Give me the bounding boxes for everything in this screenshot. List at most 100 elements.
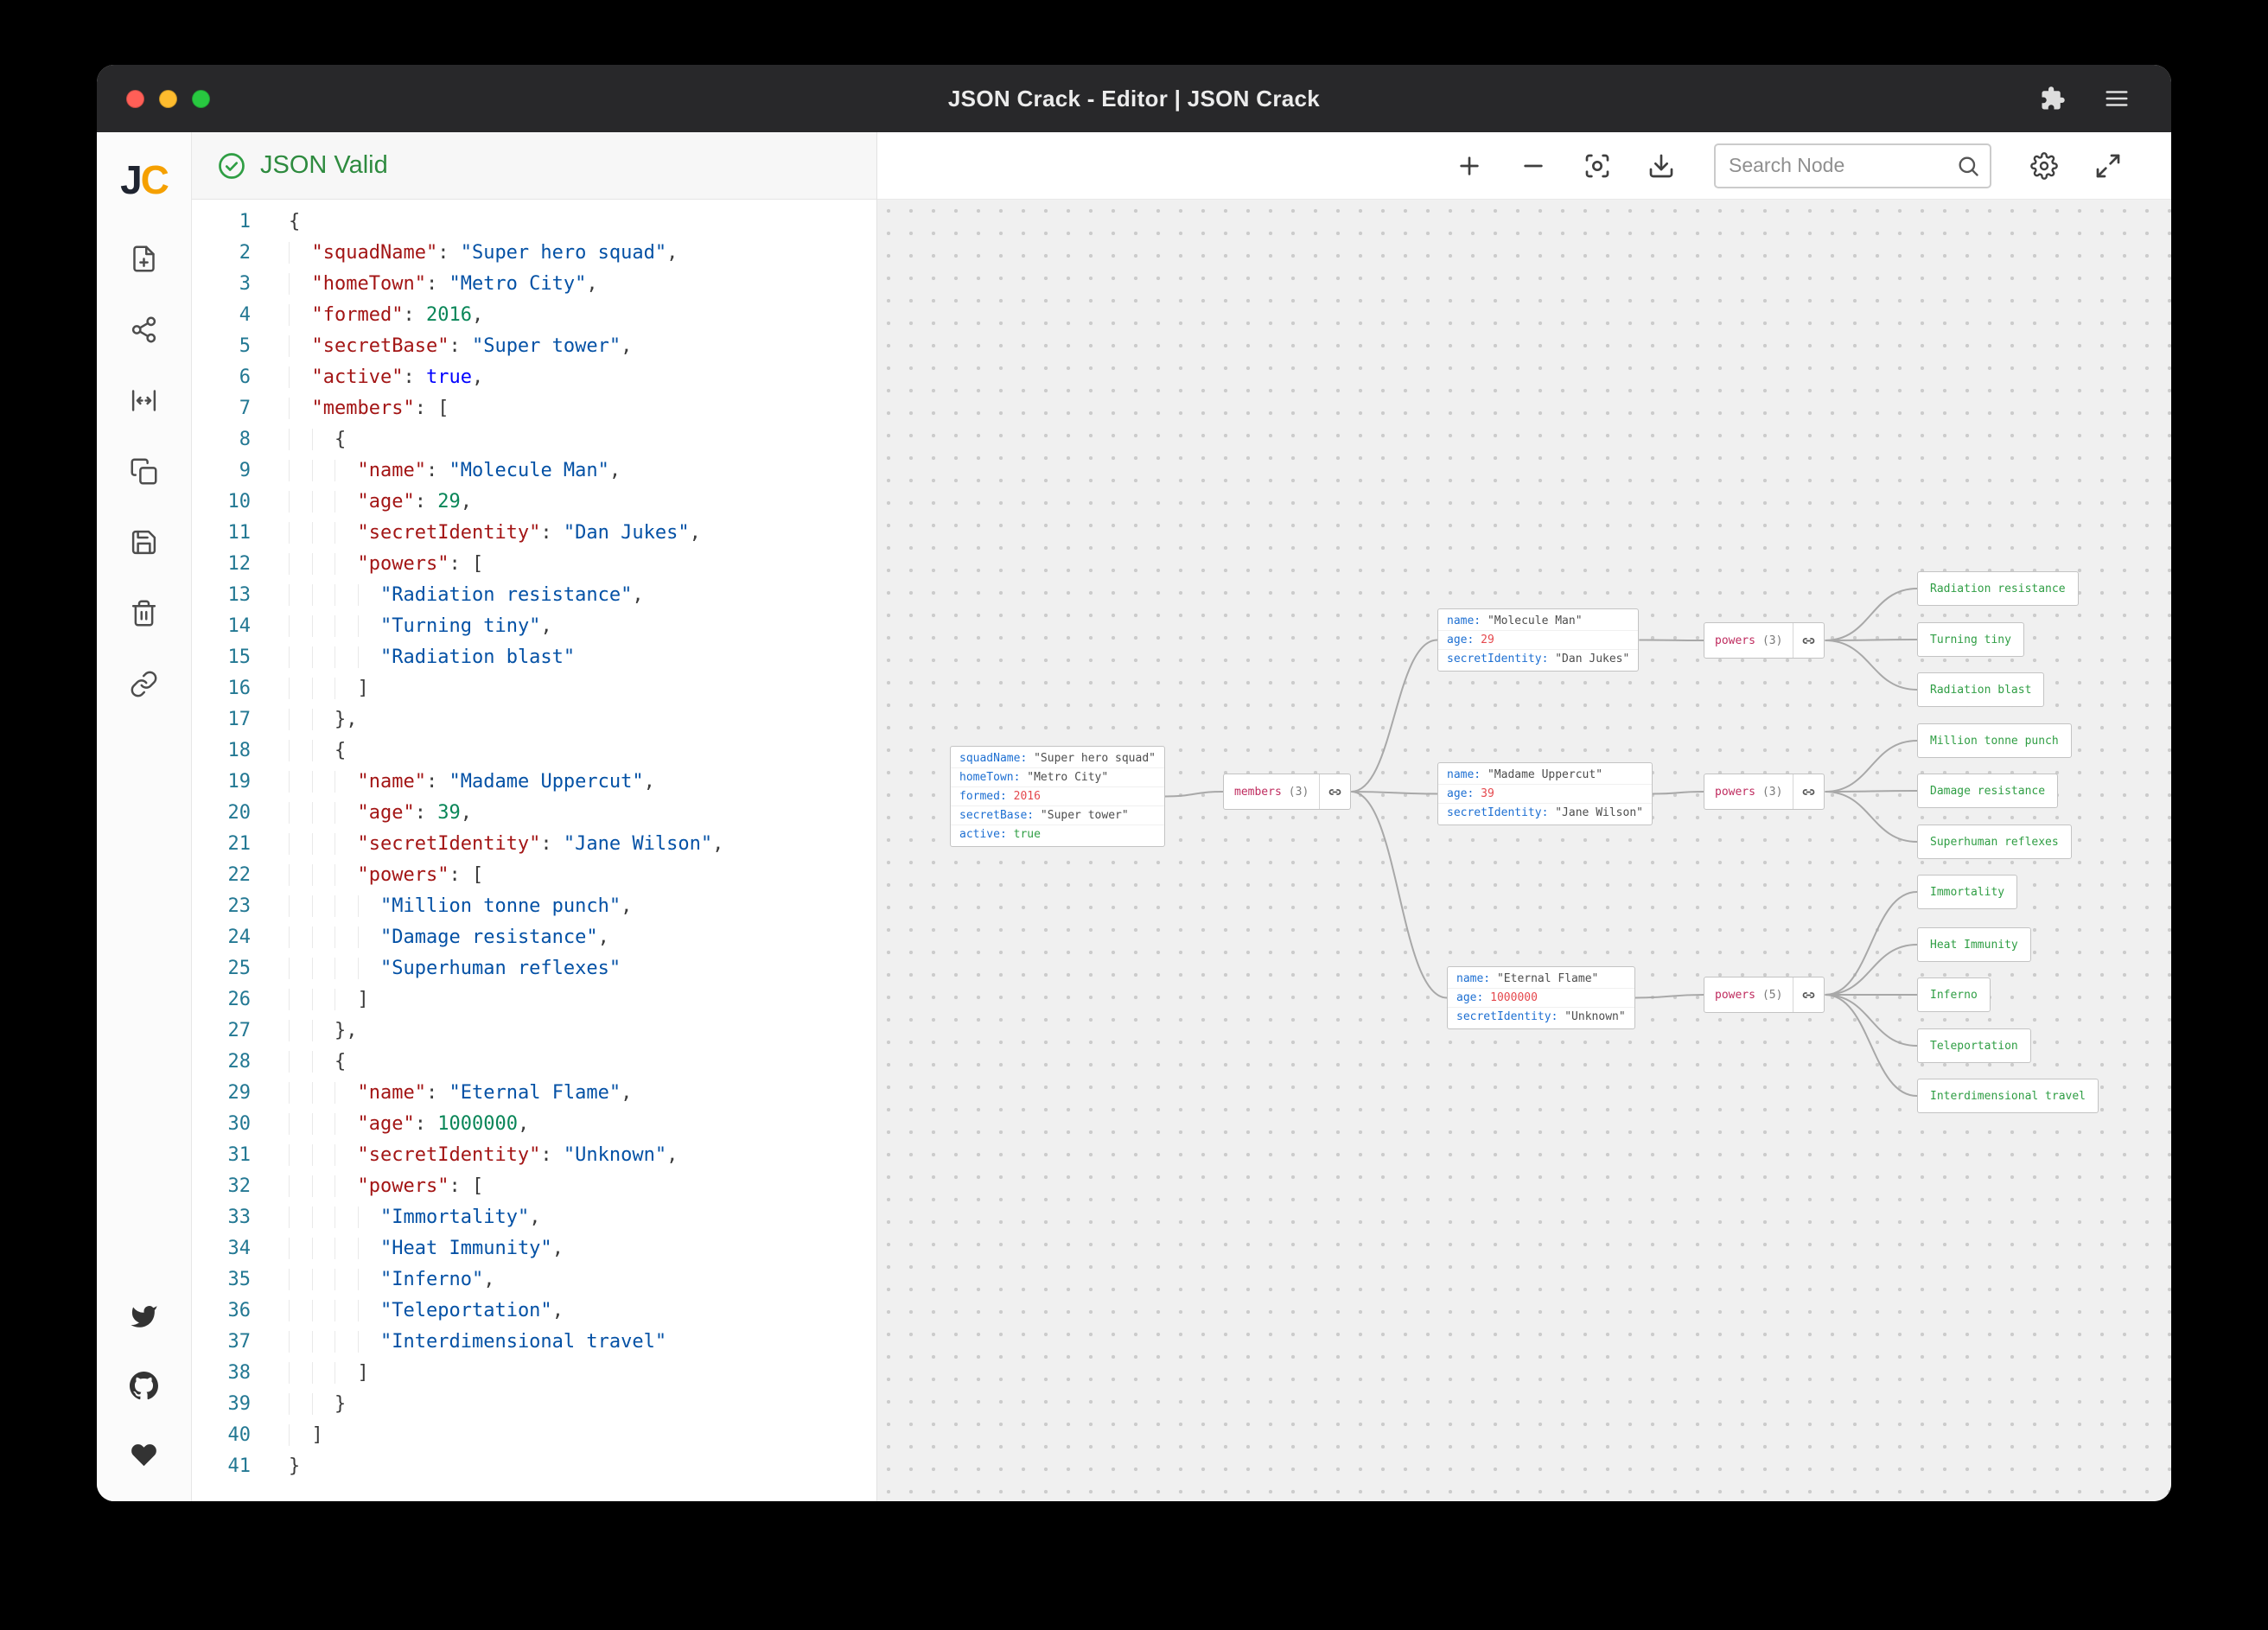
code-line: 21 "secretIdentity": "Jane Wilson", <box>192 829 876 860</box>
node-row: name: "Eternal Flame" <box>1448 970 1634 988</box>
node-value: 29 <box>1481 634 1494 646</box>
code-line: 17 }, <box>192 704 876 735</box>
copy-icon[interactable] <box>127 454 162 488</box>
node-key: age: <box>1447 787 1481 800</box>
node-value: "Unknown" <box>1564 1010 1625 1023</box>
node-label: members(3) <box>1224 774 1319 809</box>
collapse-link-icon[interactable] <box>1319 774 1350 809</box>
settings-gear-icon[interactable] <box>2028 150 2061 182</box>
node-key: secretIdentity: <box>1447 653 1555 665</box>
editor-header: JSON Valid <box>192 132 876 200</box>
graph-node-members[interactable]: members(3) <box>1223 774 1351 810</box>
left-sidebar: JC <box>97 132 192 1501</box>
graph-node-molecule-man[interactable]: name: "Molecule Man" age: 29 secretIdent… <box>1437 608 1639 672</box>
node-value: "Metro City" <box>1027 771 1108 784</box>
search-icon[interactable] <box>1956 154 1980 178</box>
code-line: 41} <box>192 1451 876 1482</box>
toggle-orientation-icon[interactable] <box>127 383 162 417</box>
code-line: 23 "Million tonne punch", <box>192 891 876 922</box>
search-node-input[interactable] <box>1714 143 1991 188</box>
new-document-icon[interactable] <box>127 241 162 276</box>
close-window-button[interactable] <box>126 90 144 108</box>
node-row: active: true <box>951 825 1164 844</box>
node-row: age: 1000000 <box>1448 988 1634 1007</box>
graph-node-eternal-flame[interactable]: name: "Eternal Flame" age: 1000000 secre… <box>1447 966 1635 1029</box>
extension-icon[interactable] <box>2038 84 2067 113</box>
menu-icon[interactable] <box>2102 84 2131 113</box>
graph-node-powers-3[interactable]: powers(5) <box>1704 977 1825 1013</box>
node-value: "Eternal Flame" <box>1497 972 1598 985</box>
collapse-link-icon[interactable] <box>1793 977 1824 1012</box>
leaf-value: Turning tiny <box>1930 634 2011 646</box>
node-key: homeTown: <box>959 771 1027 784</box>
graph-leaf-node[interactable]: Superhuman reflexes <box>1917 825 2072 859</box>
graph-node-madame-uppercut[interactable]: name: "Madame Uppercut" age: 39 secretId… <box>1437 762 1653 825</box>
leaf-value: Inferno <box>1930 989 1978 1002</box>
graph-node-powers-1[interactable]: powers(3) <box>1704 622 1825 659</box>
code-line: 24 "Damage resistance", <box>192 922 876 953</box>
code-line: 20 "age": 39, <box>192 798 876 829</box>
github-icon[interactable] <box>127 1368 162 1403</box>
leaf-value: Teleportation <box>1930 1040 2018 1053</box>
twitter-icon[interactable] <box>127 1299 162 1334</box>
fullscreen-icon[interactable] <box>2092 150 2125 182</box>
node-row: name: "Molecule Man" <box>1438 612 1638 630</box>
graph-leaf-node[interactable]: Million tonne punch <box>1917 723 2072 758</box>
sponsor-heart-icon[interactable] <box>127 1437 162 1472</box>
graph-node-powers-2[interactable]: powers(3) <box>1704 774 1825 810</box>
graph-leaf-node[interactable]: Heat Immunity <box>1917 927 2031 962</box>
parent-key: powers <box>1715 989 1755 1002</box>
node-key: age: <box>1447 634 1481 646</box>
delete-icon[interactable] <box>127 595 162 630</box>
sidebar-footer <box>127 1299 162 1472</box>
leaf-value: Heat Immunity <box>1930 939 2018 952</box>
titlebar-right-icons <box>2038 65 2131 132</box>
leaf-value: Superhuman reflexes <box>1930 836 2059 849</box>
code-line: 33 "Immortality", <box>192 1202 876 1233</box>
code-line: 11 "secretIdentity": "Dan Jukes", <box>192 518 876 549</box>
code-line: 1{ <box>192 207 876 238</box>
code-line: 10 "age": 29, <box>192 487 876 518</box>
graph-toolbar <box>877 132 2171 200</box>
download-image-icon[interactable] <box>1645 150 1678 182</box>
minimize-window-button[interactable] <box>159 90 177 108</box>
collapse-link-icon[interactable] <box>1793 623 1824 658</box>
collapse-link-icon[interactable] <box>1793 774 1824 809</box>
code-line: 15 "Radiation blast" <box>192 642 876 673</box>
code-line: 25 "Superhuman reflexes" <box>192 953 876 984</box>
code-lines[interactable]: 1{2 "squadName": "Super hero squad",3 "h… <box>192 200 876 1501</box>
graph-leaf-node[interactable]: Damage resistance <box>1917 774 2058 808</box>
graph-leaf-node[interactable]: Inferno <box>1917 977 1991 1012</box>
graph-leaf-node[interactable]: Radiation resistance <box>1917 571 2079 606</box>
graph-node-squad[interactable]: squadName: "Super hero squad" homeTown: … <box>950 746 1165 847</box>
node-key: secretIdentity: <box>1456 1010 1564 1023</box>
node-label: powers(3) <box>1704 623 1793 658</box>
graph-panel: squadName: "Super hero squad" homeTown: … <box>877 132 2171 1501</box>
zoom-out-icon[interactable] <box>1517 150 1550 182</box>
share-link-icon[interactable] <box>127 666 162 701</box>
zoom-window-button[interactable] <box>192 90 210 108</box>
node-key: active: <box>959 828 1014 841</box>
code-line: 29 "name": "Eternal Flame", <box>192 1078 876 1109</box>
node-row: secretIdentity: "Jane Wilson" <box>1438 803 1652 822</box>
graph-leaf-node[interactable]: Interdimensional travel <box>1917 1079 2099 1113</box>
graph-canvas[interactable]: squadName: "Super hero squad" homeTown: … <box>877 200 2171 1501</box>
graph-leaf-node[interactable]: Immortality <box>1917 875 2017 909</box>
code-line: 12 "powers": [ <box>192 549 876 580</box>
zoom-in-icon[interactable] <box>1453 150 1486 182</box>
graph-leaf-node[interactable]: Turning tiny <box>1917 622 2024 657</box>
graph-view-icon[interactable] <box>127 312 162 347</box>
save-icon[interactable] <box>127 525 162 559</box>
node-value: 2016 <box>1014 790 1041 803</box>
graph-leaf-node[interactable]: Teleportation <box>1917 1028 2031 1063</box>
graph-leaf-node[interactable]: Radiation blast <box>1917 672 2044 707</box>
node-key: secretIdentity: <box>1447 806 1555 819</box>
leaf-value: Damage resistance <box>1930 785 2045 798</box>
valid-check-icon <box>216 150 247 181</box>
code-line: 8 { <box>192 424 876 455</box>
leaf-value: Radiation blast <box>1930 684 2031 697</box>
jsoncrack-logo[interactable]: JC <box>120 156 168 203</box>
node-row: name: "Madame Uppercut" <box>1438 766 1652 784</box>
node-key: squadName: <box>959 752 1034 765</box>
center-view-icon[interactable] <box>1581 150 1614 182</box>
